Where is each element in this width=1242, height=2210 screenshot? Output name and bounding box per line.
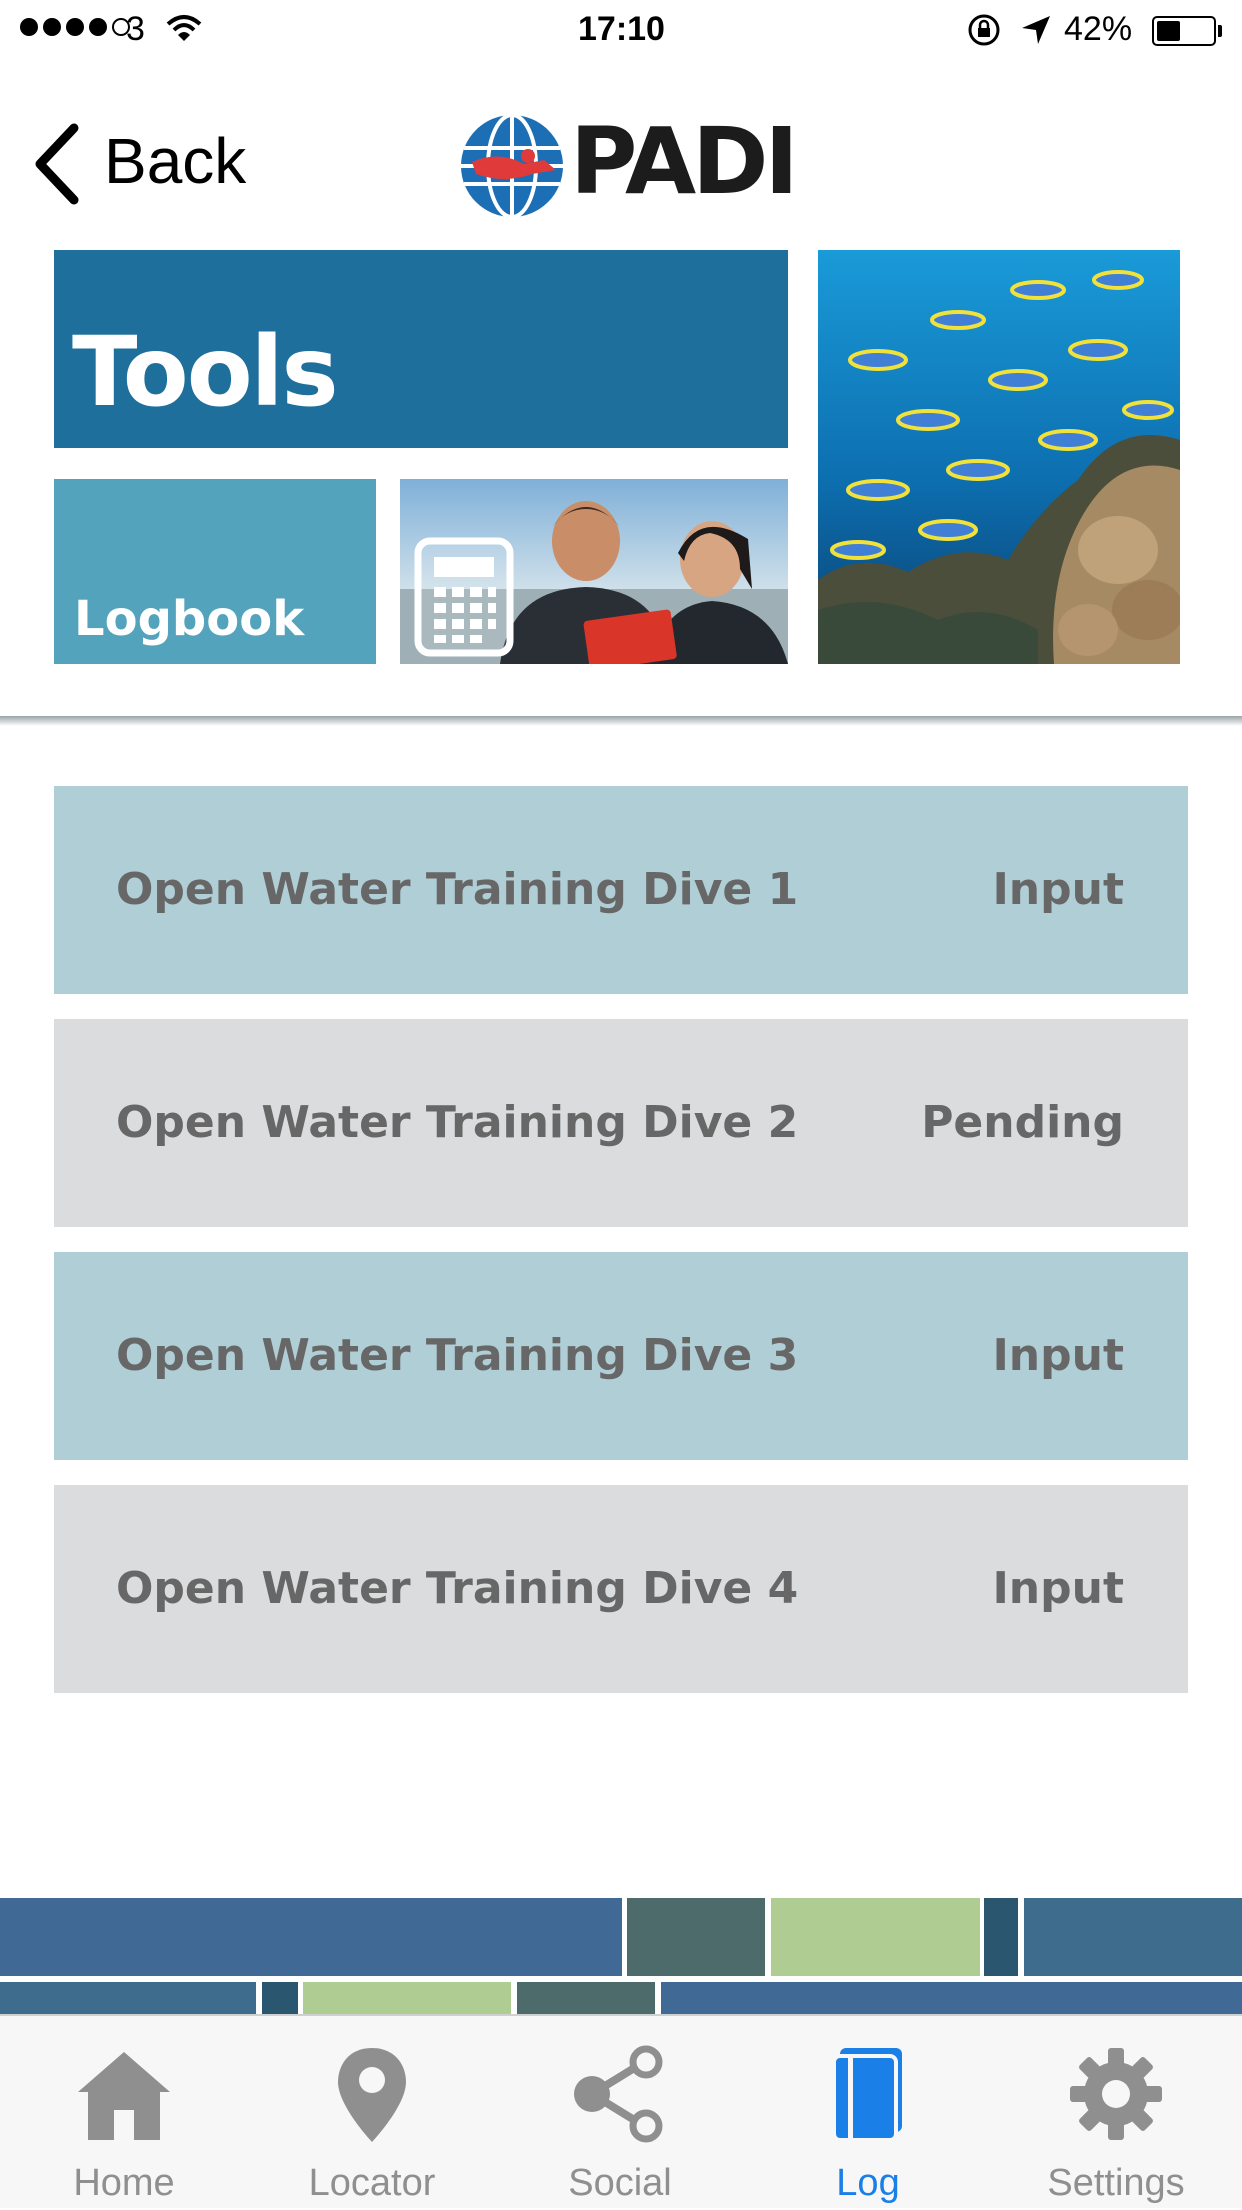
- dive-title: Open Water Training Dive 2: [116, 1097, 799, 1148]
- dive-row-2[interactable]: Open Water Training Dive 2 Pending: [54, 1019, 1188, 1227]
- logo-text: PADI: [570, 108, 799, 215]
- tab-home[interactable]: Home: [0, 2016, 248, 2210]
- dive-title: Open Water Training Dive 3: [116, 1330, 799, 1381]
- signal-strength-icon: [20, 18, 130, 36]
- header-divider: [0, 716, 1242, 726]
- back-label: Back: [104, 125, 247, 197]
- battery-icon: [1152, 16, 1216, 46]
- reef-fish-tile[interactable]: [818, 250, 1180, 664]
- home-icon: [78, 2052, 170, 2140]
- tools-tile-label: Tools: [72, 316, 339, 428]
- tab-locator[interactable]: Locator: [248, 2016, 496, 2210]
- carrier-label: 3: [126, 10, 145, 48]
- globe-diver-icon: [461, 113, 563, 219]
- location-arrow-icon: [1022, 16, 1050, 44]
- gear-icon: [1070, 2048, 1162, 2140]
- tab-social[interactable]: Social: [496, 2016, 744, 2210]
- dive-row-3[interactable]: Open Water Training Dive 3 Input: [54, 1252, 1188, 1460]
- dive-title: Open Water Training Dive 4: [116, 1563, 799, 1614]
- share-icon: [574, 2045, 663, 2143]
- dive-row-1[interactable]: Open Water Training Dive 1 Input: [54, 786, 1188, 994]
- wifi-icon: [166, 15, 202, 41]
- chevron-left-icon: [35, 123, 79, 205]
- status-bar: 3 17:10 42%: [0, 0, 1242, 62]
- rotation-lock-icon: [968, 14, 1000, 46]
- tab-label: Locator: [308, 2162, 436, 2204]
- dive-status: Input: [992, 864, 1124, 915]
- dive-row-4[interactable]: Open Water Training Dive 4 Input: [54, 1485, 1188, 1693]
- back-button[interactable]: Back: [24, 110, 274, 220]
- location-pin-icon: [338, 2048, 406, 2142]
- battery-percent: 42%: [1064, 10, 1133, 48]
- book-icon: [832, 2048, 902, 2142]
- tab-log[interactable]: Log: [744, 2016, 992, 2210]
- divers-photo: [400, 479, 788, 664]
- dive-status: Pending: [921, 1097, 1124, 1148]
- logbook-tile[interactable]: Logbook: [54, 479, 376, 664]
- tools-tile[interactable]: Tools: [54, 250, 788, 448]
- dive-status: Input: [992, 1563, 1124, 1614]
- dive-status: Input: [992, 1330, 1124, 1381]
- dive-title: Open Water Training Dive 1: [116, 864, 799, 915]
- clock-time: 17:10: [578, 10, 665, 48]
- logbook-tile-label: Logbook: [74, 591, 305, 647]
- padi-logo: PADI: [458, 112, 799, 222]
- tab-label: Social: [568, 2162, 672, 2204]
- tab-bar: Home Locator Social Log Settings: [0, 2014, 1242, 2208]
- tab-label: Settings: [1047, 2162, 1185, 2204]
- tab-label: Home: [73, 2162, 175, 2204]
- calculator-icon: [414, 537, 514, 657]
- calculator-divers-tile[interactable]: [400, 479, 788, 664]
- tab-settings[interactable]: Settings: [992, 2016, 1240, 2210]
- decorative-color-strip: [0, 1898, 1242, 2014]
- reef-fish-photo: [818, 250, 1180, 664]
- tab-label: Log: [836, 2162, 900, 2204]
